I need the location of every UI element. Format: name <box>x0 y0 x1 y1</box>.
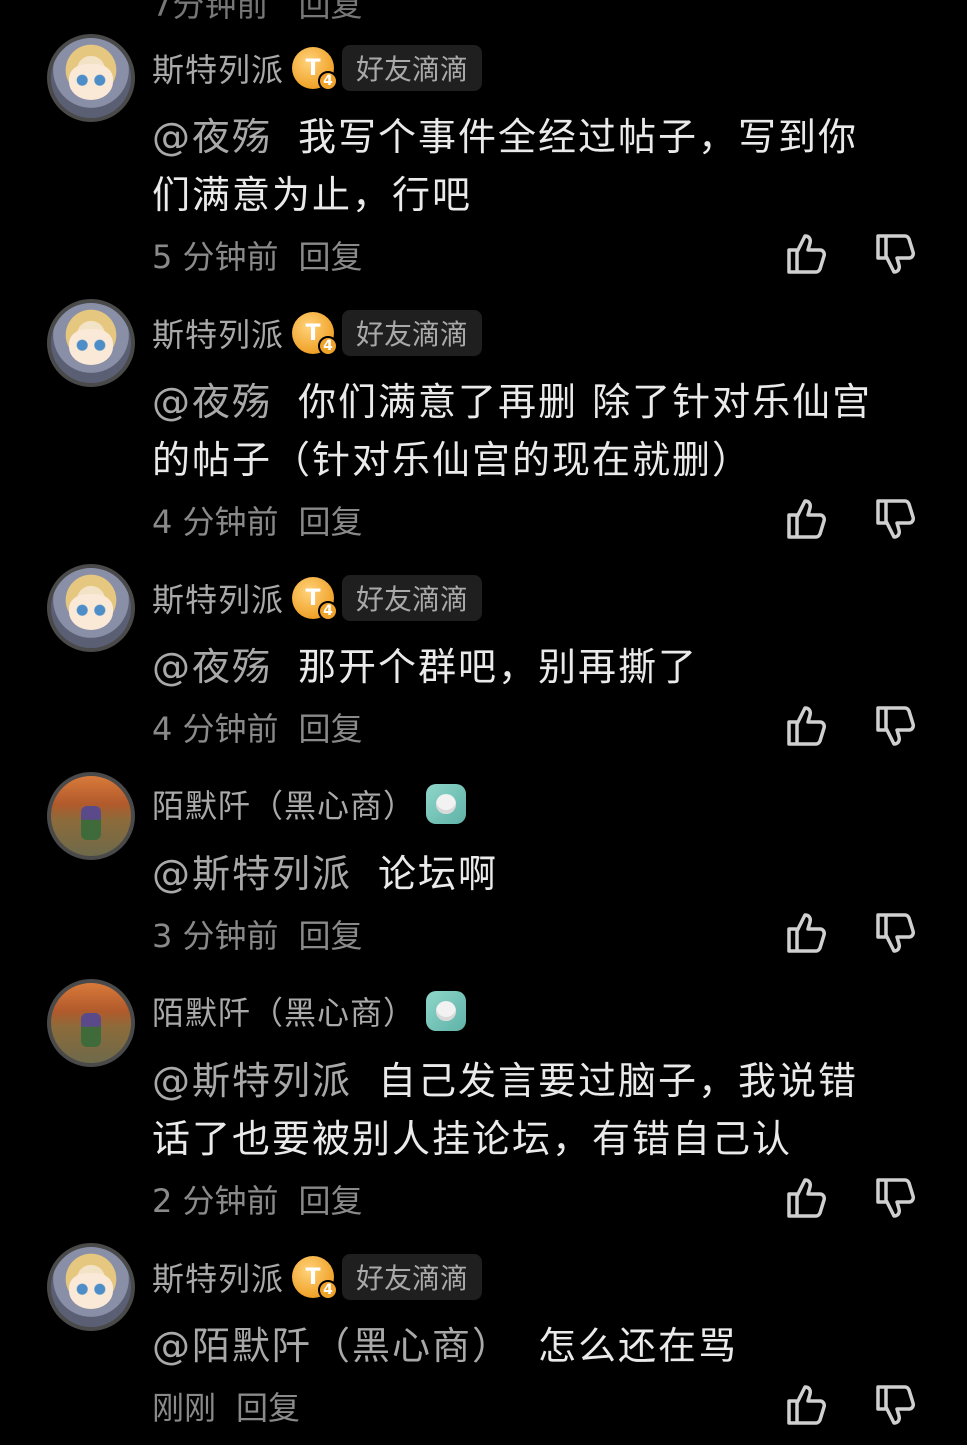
comment-header: 斯特列派 T4 好友滴滴 <box>152 44 483 92</box>
comment-text: @斯特列派 自己发言要过脑子，我说错 话了也要被别人挂论坛，有错自己认 <box>152 1059 859 1161</box>
thumbs-down-icon[interactable] <box>872 230 920 278</box>
comment-time: 刚刚 <box>152 1389 217 1427</box>
comment-header: 斯特列派 T4 好友滴滴 <box>152 309 483 357</box>
thumbs-down-icon[interactable] <box>872 1174 920 1222</box>
thumbs-down-icon[interactable] <box>872 909 920 957</box>
mention[interactable]: @夜殇 <box>152 645 272 689</box>
comment-time: 7分钟前 <box>152 0 269 24</box>
username[interactable]: 陌默阡（黑心商） <box>152 988 416 1034</box>
group-tag[interactable]: 好友滴滴 <box>342 575 483 621</box>
username[interactable]: 斯特列派 <box>152 310 284 356</box>
comment-meta: 4 分钟前 回复 <box>152 704 363 750</box>
reply-button[interactable]: 回复 <box>299 911 363 957</box>
comment-header: 斯特列派 T4 好友滴滴 <box>152 574 483 622</box>
comment-time: 2 分钟前 <box>152 1182 279 1220</box>
comment-text: @夜殇 那开个群吧，别再撕了 <box>152 645 699 689</box>
reply-button[interactable]: 回复 <box>299 497 363 543</box>
avatar[interactable] <box>47 564 135 652</box>
mention[interactable]: @斯特列派 <box>152 852 352 896</box>
reply-button[interactable]: 回复 <box>299 704 363 750</box>
comment-meta: 5 分钟前 回复 <box>152 232 363 278</box>
thumbs-up-icon[interactable] <box>783 1174 831 1222</box>
thumbs-down-icon[interactable] <box>872 495 920 543</box>
thumbs-down-icon[interactable] <box>872 702 920 750</box>
partial-comment-meta: 7分钟前 回复 <box>152 0 363 24</box>
reply-button[interactable]: 回复 <box>236 1383 300 1429</box>
comment-meta: 2 分钟前 回复 <box>152 1176 363 1222</box>
comment-meta: 刚刚 回复 <box>152 1383 300 1429</box>
comment-time: 5 分钟前 <box>152 238 279 276</box>
username[interactable]: 斯特列派 <box>152 1254 284 1300</box>
group-tag[interactable]: 好友滴滴 <box>342 310 483 356</box>
comment-time: 3 分钟前 <box>152 917 279 955</box>
mention[interactable]: @陌默阡（黑心商） <box>152 1324 512 1368</box>
thumbs-up-icon[interactable] <box>783 702 831 750</box>
comment-text: @陌默阡（黑心商） 怎么还在骂 <box>152 1324 739 1368</box>
comment-text: @夜殇 我写个事件全经过帖子，写到你 们满意为止，行吧 <box>152 115 859 217</box>
comment-meta: 3 分钟前 回复 <box>152 911 363 957</box>
comment-header: 斯特列派 T4 好友滴滴 <box>152 1253 483 1301</box>
level-badge: T4 <box>292 1256 339 1300</box>
avatar[interactable] <box>47 1243 135 1331</box>
level-badge: T4 <box>292 577 339 621</box>
avatar[interactable] <box>47 979 135 1067</box>
comment-text: @斯特列派 论坛啊 <box>152 852 499 896</box>
username[interactable]: 斯特列派 <box>152 575 284 621</box>
group-tag[interactable]: 好友滴滴 <box>342 45 483 91</box>
level-badge: T4 <box>292 312 339 356</box>
dog-badge-icon <box>426 784 467 824</box>
thumbs-up-icon[interactable] <box>783 495 831 543</box>
avatar[interactable] <box>47 772 135 860</box>
thumbs-up-icon[interactable] <box>783 230 831 278</box>
reply-button[interactable]: 回复 <box>299 232 363 278</box>
comment-meta: 4 分钟前 回复 <box>152 497 363 543</box>
username[interactable]: 斯特列派 <box>152 45 284 91</box>
avatar[interactable] <box>47 299 135 387</box>
comment-text: @夜殇 你们满意了再删 除了针对乐仙宫 的帖子（针对乐仙宫的现在就删） <box>152 380 873 482</box>
comment-header: 陌默阡（黑心商） <box>152 987 467 1035</box>
mention[interactable]: @斯特列派 <box>152 1059 352 1103</box>
group-tag[interactable]: 好友滴滴 <box>342 1254 483 1300</box>
thumbs-down-icon[interactable] <box>872 1381 920 1429</box>
comment-header: 陌默阡（黑心商） <box>152 780 467 828</box>
dog-badge-icon <box>426 991 467 1031</box>
reply-button[interactable]: 回复 <box>299 1176 363 1222</box>
comment-time: 4 分钟前 <box>152 503 279 541</box>
reply-button[interactable]: 回复 <box>299 0 363 24</box>
avatar[interactable] <box>47 34 135 122</box>
thumbs-up-icon[interactable] <box>783 909 831 957</box>
mention[interactable]: @夜殇 <box>152 115 272 159</box>
mention[interactable]: @夜殇 <box>152 380 272 424</box>
level-badge: T4 <box>292 47 339 91</box>
thumbs-up-icon[interactable] <box>783 1381 831 1429</box>
username[interactable]: 陌默阡（黑心商） <box>152 781 416 827</box>
comment-time: 4 分钟前 <box>152 710 279 748</box>
